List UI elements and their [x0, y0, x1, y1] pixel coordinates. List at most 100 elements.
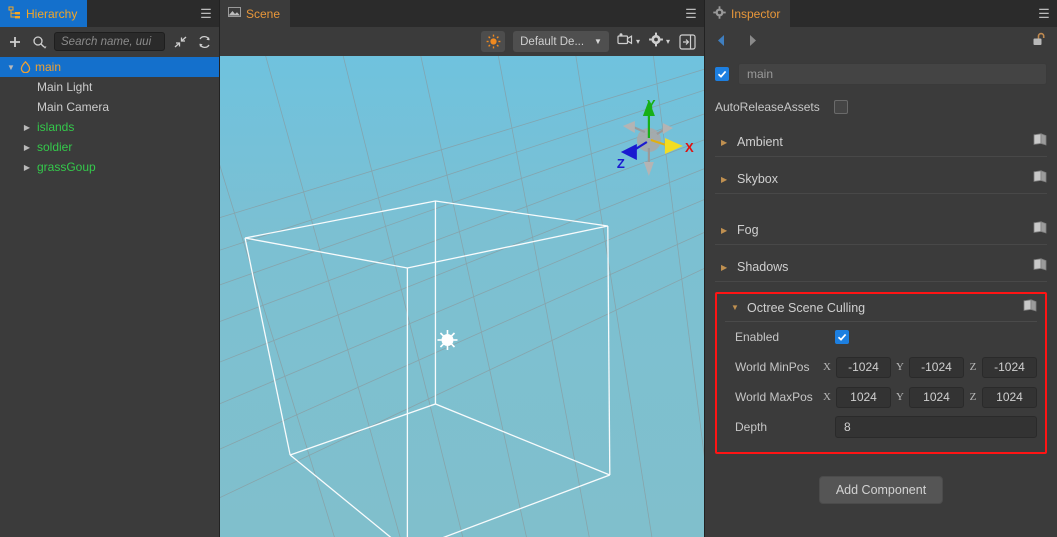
scene-icon [18, 61, 32, 73]
scene-viewport[interactable]: X Y Z [220, 56, 704, 537]
axis-x-label: X [823, 391, 831, 403]
octree-minpos-fields: X -1024 Y -1024 Z -1024 [822, 356, 1037, 378]
chevron-down-icon[interactable]: ▼ [4, 63, 18, 72]
octree-world-minpos-row: World MinPos X -1024 Y -1024 Z -1024 [725, 352, 1037, 382]
layout-icon[interactable] [678, 33, 696, 51]
tab-hierarchy[interactable]: Hierarchy [0, 0, 88, 27]
section-header-shadows[interactable]: ▶ Shadows [715, 253, 1047, 281]
book-icon[interactable] [1033, 133, 1047, 151]
sun-icon[interactable] [481, 31, 506, 52]
hierarchy-node-label: Main Light [37, 80, 93, 94]
chevron-right-icon[interactable]: ▶ [20, 143, 34, 152]
scene-toolbar: Default De... ▼ ▾ ▾ [220, 27, 704, 56]
axis-y-label: Y [896, 391, 904, 403]
section-header-skybox[interactable]: ▶ Skybox [715, 165, 1047, 193]
search-input-wrapper[interactable] [54, 32, 165, 51]
octree-minpos-x-input[interactable]: -1024 [836, 356, 891, 378]
auto-release-assets-label: AutoReleaseAssets [715, 100, 820, 114]
inspector-panel: Inspector ☰ main AutoReleaseAssets ▶ Amb… [705, 0, 1057, 537]
render-preset-label: Default De... [520, 35, 585, 48]
hierarchy-tabbar: Hierarchy ☰ [0, 0, 219, 27]
octree-maxpos-label: World MaxPos [735, 390, 813, 404]
book-icon[interactable] [1033, 170, 1047, 188]
hierarchy-toolbar [0, 27, 219, 56]
inspector-section-fog: ▶ Fog [715, 216, 1047, 245]
octree-depth-input[interactable]: 8 [835, 416, 1037, 438]
octree-minpos-z-input[interactable]: -1024 [982, 356, 1037, 378]
node-name-row: main [715, 63, 1047, 85]
octree-minpos-y-input[interactable]: -1024 [909, 356, 964, 378]
auto-release-assets-checkbox[interactable] [833, 100, 848, 114]
book-icon[interactable] [1023, 298, 1037, 317]
tab-scene[interactable]: Scene [220, 0, 291, 27]
scene-tab-icon [228, 6, 241, 21]
octree-section-header[interactable]: ▼ Octree Scene Culling [725, 294, 1037, 322]
hierarchy-panel: Hierarchy ☰ Search name, uui ▼ main Main… [0, 0, 220, 537]
octree-enabled-label: Enabled [735, 330, 780, 344]
tab-hierarchy-label: Hierarchy [26, 6, 78, 21]
hierarchy-node-main-light[interactable]: Main Light [0, 77, 219, 97]
section-title: Ambient [737, 135, 783, 149]
hierarchy-node-label: main [35, 60, 62, 74]
editor-window: Hierarchy ☰ Search name, uui ▼ main Main… [0, 0, 1057, 537]
search-input[interactable] [61, 35, 158, 48]
add-component-button[interactable]: Add Component [818, 476, 944, 504]
book-icon[interactable] [1033, 221, 1047, 239]
axis-label-y: Y [647, 97, 656, 112]
chevron-right-icon[interactable]: ▶ [721, 138, 730, 147]
search-icon[interactable] [30, 33, 48, 51]
hierarchy-node-soldier[interactable]: ▶ soldier [0, 137, 219, 157]
unlocked-padlock-icon[interactable] [1032, 32, 1047, 52]
section-header-ambient[interactable]: ▶ Ambient [715, 128, 1047, 156]
arrow-right-icon[interactable] [746, 34, 759, 49]
inspector-body: main AutoReleaseAssets ▶ Ambient ▶ Skybox ▶ F… [705, 56, 1057, 537]
octree-enabled-checkbox[interactable] [835, 330, 849, 344]
octree-maxpos-y-input[interactable]: 1024 [909, 386, 964, 408]
node-name-value: main [747, 67, 774, 81]
octree-world-maxpos-row: World MaxPos X 1024 Y 1024 Z 1024 [725, 382, 1037, 412]
octree-enabled-row: Enabled [725, 322, 1037, 352]
axis-z-label: Z [969, 391, 977, 403]
chevron-right-icon[interactable]: ▶ [721, 175, 730, 184]
tab-scene-label: Scene [246, 6, 281, 21]
hierarchy-node-main[interactable]: ▼ main [0, 57, 219, 77]
chevron-right-icon[interactable]: ▶ [20, 163, 34, 172]
book-icon[interactable] [1033, 258, 1047, 276]
scene-menu-button[interactable]: ☰ [678, 0, 704, 27]
camera-icon [617, 32, 634, 52]
section-header-fog[interactable]: ▶ Fog [715, 216, 1047, 244]
chevron-right-icon[interactable]: ▶ [20, 123, 34, 132]
scene-tabbar-spacer [290, 0, 678, 27]
hierarchy-menu-button[interactable]: ☰ [193, 0, 219, 27]
node-name-field[interactable]: main [738, 63, 1047, 85]
octree-maxpos-x-input[interactable]: 1024 [836, 386, 891, 408]
collapse-all-icon[interactable] [171, 33, 189, 51]
refresh-icon[interactable] [195, 33, 213, 51]
chevron-down-icon: ▾ [665, 37, 670, 46]
hierarchy-node-main-camera[interactable]: Main Camera [0, 97, 219, 117]
render-preset-dropdown[interactable]: Default De... ▼ [513, 31, 609, 52]
inspector-sections: ▶ Ambient ▶ Skybox ▶ Fog ▶ Shadows [715, 128, 1047, 282]
octree-maxpos-z-input[interactable]: 1024 [982, 386, 1037, 408]
axis-x-label: X [823, 361, 831, 373]
chevron-down-icon[interactable]: ▼ [731, 303, 740, 312]
section-title: Fog [737, 223, 759, 237]
hierarchy-node-islands[interactable]: ▶ islands [0, 117, 219, 137]
tab-inspector-label: Inspector [731, 6, 781, 21]
camera-settings-button[interactable]: ▾ [617, 32, 640, 52]
chevron-right-icon[interactable]: ▶ [721, 226, 730, 235]
gizmo-settings-button[interactable]: ▾ [648, 32, 670, 52]
add-component-wrapper: Add Component [715, 476, 1047, 504]
inspector-tabbar: Inspector ☰ [705, 0, 1057, 27]
chevron-down-icon: ▾ [635, 37, 640, 46]
arrow-left-icon[interactable] [715, 34, 728, 49]
node-enabled-checkbox[interactable] [715, 67, 729, 81]
axis-y-label: Y [896, 361, 904, 373]
inspector-navbar [705, 27, 1057, 56]
hierarchy-node-grassgoup[interactable]: ▶ grassGoup [0, 157, 219, 177]
plus-icon[interactable] [6, 33, 24, 51]
tab-inspector[interactable]: Inspector [705, 0, 791, 27]
chevron-right-icon[interactable]: ▶ [721, 263, 730, 272]
inspector-menu-button[interactable]: ☰ [1031, 0, 1057, 27]
gear-icon [648, 32, 664, 52]
